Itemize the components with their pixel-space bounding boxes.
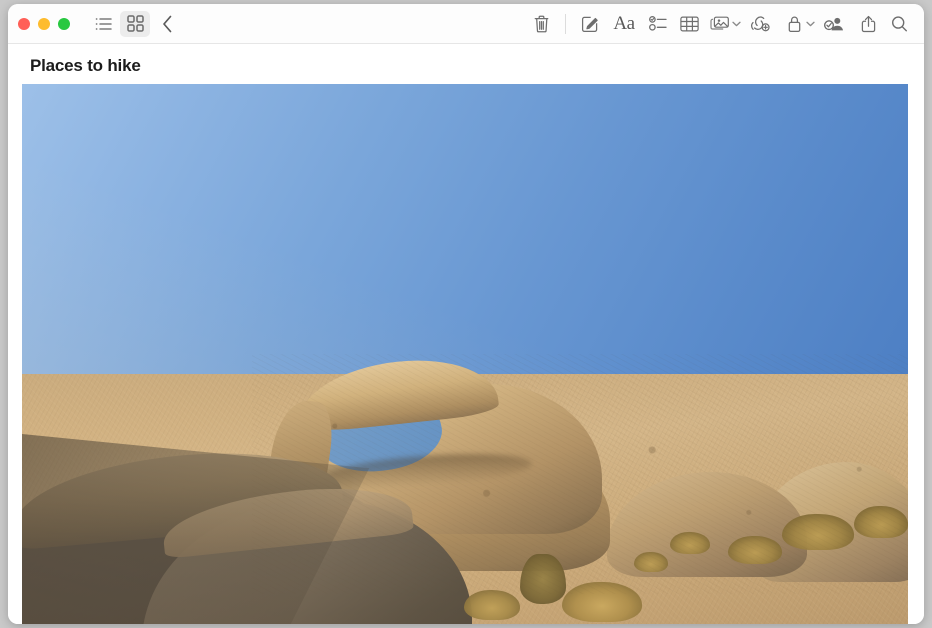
minimize-button[interactable]: [38, 18, 50, 30]
toolbar-actions: Aa: [526, 11, 924, 37]
lock-button[interactable]: [779, 11, 809, 37]
format-button[interactable]: Aa: [606, 11, 642, 37]
traffic-light-controls: [8, 18, 70, 30]
toolbar-divider: [565, 14, 566, 34]
desert-bush: [670, 532, 710, 554]
desert-bush: [464, 590, 520, 620]
window-toolbar: Aa: [8, 4, 924, 44]
desert-bush: [854, 506, 908, 538]
add-link-button[interactable]: [742, 11, 778, 37]
gallery-view-button[interactable]: [120, 11, 150, 37]
view-controls: [88, 11, 182, 37]
list-view-button[interactable]: [88, 11, 118, 37]
back-button[interactable]: [152, 11, 182, 37]
share-button[interactable]: [853, 11, 883, 37]
table-button[interactable]: [674, 11, 704, 37]
search-button[interactable]: [884, 11, 914, 37]
note-content-area[interactable]: Places to hike: [8, 44, 924, 624]
delete-button[interactable]: [526, 11, 556, 37]
maximize-button[interactable]: [58, 18, 70, 30]
checklist-button[interactable]: [643, 11, 673, 37]
desert-bush: [782, 514, 854, 550]
photo-attachment[interactable]: [22, 84, 908, 624]
notes-window: Aa: [8, 4, 924, 624]
chevron-down-icon[interactable]: [806, 21, 815, 27]
close-button[interactable]: [18, 18, 30, 30]
chevron-down-icon[interactable]: [732, 21, 741, 27]
format-label: Aa: [613, 13, 634, 35]
desert-bush: [728, 536, 782, 564]
lock-control[interactable]: [779, 11, 815, 37]
compose-button[interactable]: [575, 11, 605, 37]
note-title[interactable]: Places to hike: [22, 44, 910, 84]
desert-bush: [562, 582, 642, 622]
collaborate-button[interactable]: [816, 11, 852, 37]
media-control[interactable]: [705, 11, 741, 37]
desert-bush: [634, 552, 668, 572]
desert-bush: [520, 554, 566, 604]
media-button[interactable]: [705, 11, 735, 37]
